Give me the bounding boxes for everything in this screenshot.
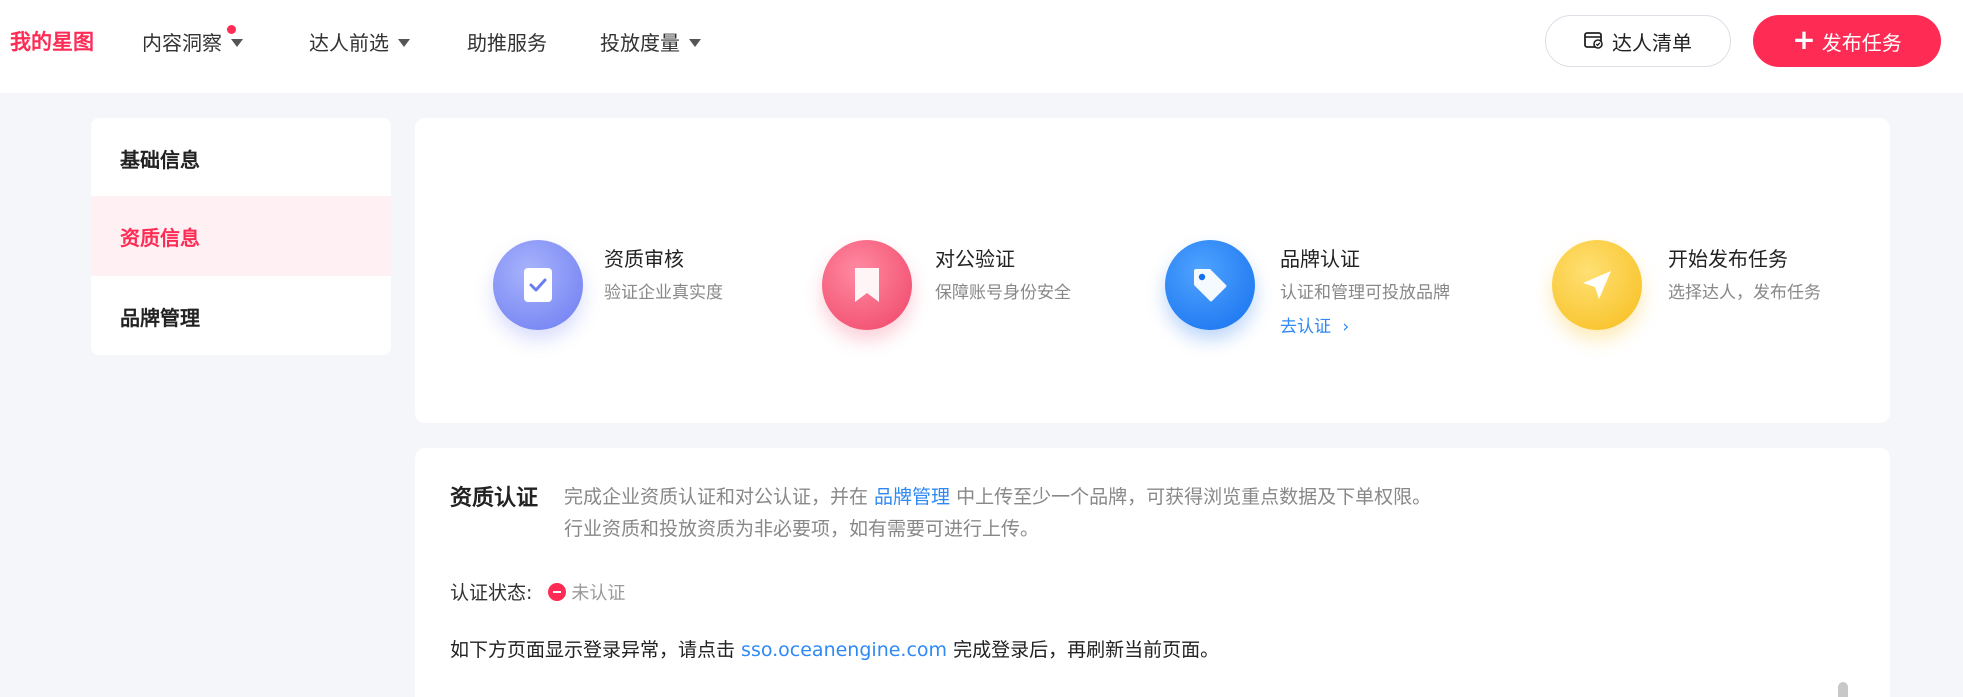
send-icon [1552, 240, 1642, 330]
top-navbar: 我的星图 内容洞察 达人前选 助推服务 投放度量 达人清单 + 发布任务 [0, 0, 1963, 93]
notification-dot [227, 25, 236, 34]
step-desc: 验证企业真实度 [604, 283, 723, 303]
step-title: 品牌认证 [1280, 247, 1360, 271]
talent-list-label: 达人清单 [1612, 30, 1692, 55]
publish-task-button[interactable]: + 发布任务 [1753, 15, 1941, 67]
step-desc: 认证和管理可投放品牌 [1280, 283, 1450, 303]
nav-label: 助推服务 [467, 31, 547, 55]
caret-down-icon [689, 38, 701, 47]
bookmark-icon [822, 240, 912, 330]
qualification-desc: 完成企业资质认证和对公认证，并在 品牌管理 中上传至少一个品牌，可获得浏览重点数… [564, 482, 1431, 509]
qualification-card: 资质认证 完成企业资质认证和对公认证，并在 品牌管理 中上传至少一个品牌，可获得… [415, 448, 1890, 697]
nav-label: 投放度量 [600, 31, 680, 55]
steps-card: 资质审核 验证企业真实度 对公验证 保障账号身份安全 品牌认证 认证和管理可投放… [415, 118, 1890, 423]
step-desc: 选择达人，发布任务 [1668, 283, 1821, 303]
sso-link[interactable]: sso.oceanengine.com [741, 639, 947, 661]
step-title: 资质审核 [604, 247, 684, 271]
notice-text: 完成登录后，再刷新当前页面。 [947, 639, 1220, 661]
caret-down-icon [231, 38, 243, 47]
qualification-note: 行业资质和投放资质为非必要项，如有需要可进行上传。 [564, 518, 1040, 540]
go-certify-label: 去认证 [1280, 317, 1331, 337]
plus-icon: + [1792, 22, 1816, 56]
certification-status-row: 认证状态: 未认证 [450, 578, 625, 605]
nav-delivery-metrics[interactable]: 投放度量 [600, 27, 701, 56]
logo[interactable]: 我的星图 [10, 26, 94, 56]
nav-label: 达人前选 [309, 31, 389, 55]
tag-icon [1165, 240, 1255, 330]
status-badge: 未认证 [548, 579, 625, 605]
go-certify-link[interactable]: 去认证 › [1280, 312, 1349, 337]
nav-content-insight[interactable]: 内容洞察 [142, 25, 243, 56]
sidebar-item-label: 资质信息 [120, 225, 200, 250]
desc-text: 中上传至少一个品牌，可获得浏览重点数据及下单权限。 [950, 486, 1432, 508]
sidebar-item-qualification[interactable]: 资质信息 [91, 196, 391, 276]
qualification-title: 资质认证 [450, 486, 539, 511]
desc-text: 完成企业资质认证和对公认证，并在 [564, 486, 875, 508]
step-title: 对公验证 [935, 247, 1015, 271]
step-title: 开始发布任务 [1668, 247, 1788, 271]
minus-circle-icon [548, 582, 567, 601]
status-value: 未认证 [571, 582, 626, 604]
caret-down-icon [398, 38, 410, 47]
nav-label: 内容洞察 [142, 31, 222, 55]
sidebar-item-label: 品牌管理 [120, 305, 200, 330]
publish-task-label: 发布任务 [1821, 30, 1902, 55]
chevron-right-icon: › [1342, 317, 1350, 337]
sidebar-item-brand-management[interactable]: 品牌管理 [91, 276, 391, 355]
sidebar: 基础信息 资质信息 品牌管理 [91, 118, 391, 355]
step-desc: 保障账号身份安全 [935, 283, 1071, 303]
sidebar-item-label: 基础信息 [120, 147, 200, 172]
notice-text: 如下方页面显示登录异常，请点击 [450, 639, 742, 661]
status-label: 认证状态: [450, 582, 533, 604]
scrollbar-thumb[interactable] [1838, 682, 1848, 697]
nav-boost-service[interactable]: 助推服务 [467, 27, 547, 56]
talent-list-button[interactable]: 达人清单 [1545, 15, 1731, 67]
login-notice: 如下方页面显示登录异常，请点击 sso.oceanengine.com 完成登录… [450, 635, 1219, 662]
check-document-icon [493, 240, 583, 330]
sidebar-item-basic-info[interactable]: 基础信息 [91, 118, 391, 198]
nav-talent-selection[interactable]: 达人前选 [309, 27, 410, 56]
list-check-icon [1584, 32, 1603, 49]
brand-management-link[interactable]: 品牌管理 [874, 486, 950, 508]
